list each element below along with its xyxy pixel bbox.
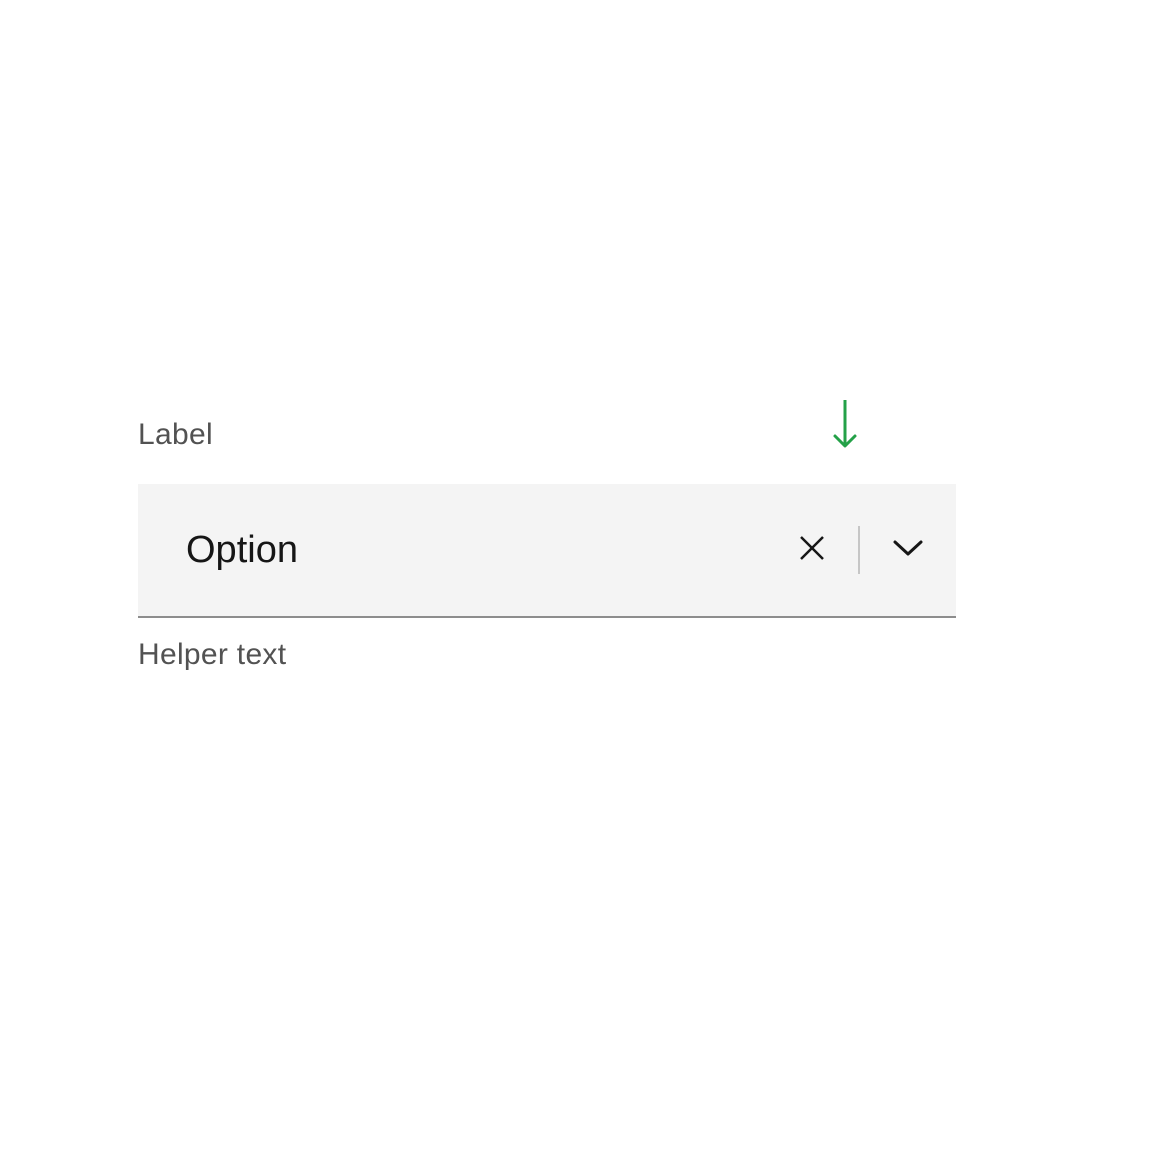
dropdown-container: Label Option Helpe <box>138 418 956 672</box>
action-divider <box>858 526 860 574</box>
dropdown-label: Label <box>138 418 956 452</box>
dropdown-field[interactable]: Option <box>138 484 956 618</box>
dropdown-actions <box>798 526 924 574</box>
clear-button[interactable] <box>798 534 826 567</box>
chevron-down-icon <box>892 538 924 563</box>
dropdown-helper-text: Helper text <box>138 638 956 672</box>
dropdown-selected-value: Option <box>186 529 798 572</box>
close-icon <box>798 534 826 567</box>
dropdown-toggle-button[interactable] <box>892 538 924 563</box>
